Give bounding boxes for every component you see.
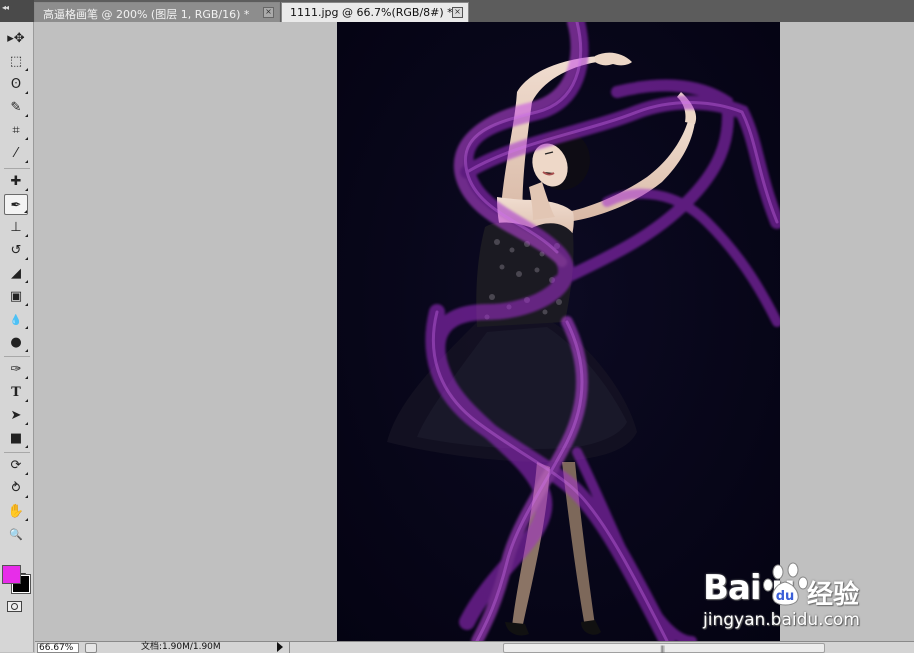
bandage-icon: ✚ bbox=[10, 174, 22, 189]
path-selection-tool[interactable]: ➤ bbox=[4, 405, 28, 426]
toolbox: ▸✥ ⬚ ʘ ✎ ⌗ ⁄ ✚ ✒ ⊥ ↺ ◢ ▣ 💧 ● ✑ T ➤ ■ ⟳ ⥁… bbox=[0, 22, 34, 652]
lasso-icon: ʘ bbox=[10, 77, 22, 92]
rectangle-icon: ■ bbox=[9, 431, 23, 446]
brush-icon: ✒ bbox=[10, 198, 22, 213]
document-tab-bar: ◂◂ 高逼格画笔 @ 200% (图层 1, RGB/16) * × 1111.… bbox=[0, 0, 914, 22]
drop-icon: 💧 bbox=[9, 315, 23, 326]
status-bar: 66.67% 文档:1.90M/1.90M ||| bbox=[35, 641, 914, 653]
history-brush-icon: ↺ bbox=[10, 243, 22, 258]
gradient-icon: ▣ bbox=[9, 289, 23, 304]
pen-tool[interactable]: ✑ bbox=[4, 359, 28, 380]
brush-tool[interactable]: ✒ bbox=[4, 194, 28, 215]
quick-selection-icon: ✎ bbox=[10, 100, 22, 115]
crop-icon: ⌗ bbox=[12, 123, 20, 138]
3d-orbit-tool[interactable]: ⥁ bbox=[4, 478, 28, 499]
jingyan-text: 经验 bbox=[807, 580, 860, 610]
zoom-tool[interactable]: 🔍 bbox=[4, 524, 28, 545]
tab-brush-document[interactable]: 高逼格画笔 @ 200% (图层 1, RGB/16) * × bbox=[34, 2, 280, 22]
foreground-color-swatch[interactable] bbox=[2, 565, 21, 584]
arrow-cursor-icon: ➤ bbox=[10, 408, 22, 423]
3d-rotate-icon: ⟳ bbox=[10, 458, 22, 473]
baidu-paw-icon: du bbox=[763, 562, 808, 606]
history-brush-tool[interactable]: ↺ bbox=[4, 240, 28, 261]
svg-text:du: du bbox=[776, 589, 795, 604]
tab-label: 高逼格画笔 @ 200% (图层 1, RGB/16) * bbox=[43, 8, 250, 21]
collapse-arrows-icon: ◂◂ bbox=[2, 3, 9, 12]
close-icon[interactable]: × bbox=[263, 7, 274, 18]
eraser-tool[interactable]: ◢ bbox=[4, 263, 28, 284]
move-icon: ▸✥ bbox=[7, 31, 25, 46]
document-canvas[interactable] bbox=[337, 22, 780, 641]
type-icon: T bbox=[11, 385, 21, 400]
toolbox-divider bbox=[4, 452, 30, 453]
lasso-tool[interactable]: ʘ bbox=[4, 74, 28, 95]
healing-brush-tool[interactable]: ✚ bbox=[4, 171, 28, 192]
clone-stamp-tool[interactable]: ⊥ bbox=[4, 217, 28, 238]
type-tool[interactable]: T bbox=[4, 382, 28, 403]
marquee-tool[interactable]: ⬚ bbox=[4, 51, 28, 72]
shape-tool[interactable]: ■ bbox=[4, 428, 28, 449]
eraser-icon: ◢ bbox=[11, 266, 21, 281]
dancer-with-ribbon-image bbox=[337, 22, 780, 641]
baidu-jingyan-watermark: Bai u du 经验 jingyan.baidu.com bbox=[703, 560, 903, 635]
stamp-icon: ⊥ bbox=[10, 220, 22, 235]
3d-rotate-tool[interactable]: ⟳ bbox=[4, 455, 28, 476]
magnifier-icon: 🔍 bbox=[9, 528, 23, 541]
tab-label: 1111.jpg @ 66.7%(RGB/8#) * bbox=[290, 6, 453, 19]
move-tool[interactable]: ▸✥ bbox=[4, 28, 28, 49]
3d-orbit-icon: ⥁ bbox=[11, 481, 21, 496]
status-divider bbox=[289, 642, 290, 653]
dodge-icon: ● bbox=[10, 335, 22, 350]
quick-mask-button[interactable] bbox=[7, 601, 22, 612]
dodge-tool[interactable]: ● bbox=[4, 332, 28, 353]
tab-1111-jpg[interactable]: 1111.jpg @ 66.7%(RGB/8#) * × bbox=[281, 2, 469, 22]
gradient-tool[interactable]: ▣ bbox=[4, 286, 28, 307]
hand-icon: ✋ bbox=[7, 504, 25, 519]
quick-selection-tool[interactable]: ✎ bbox=[4, 97, 28, 118]
document-size-info: 文档:1.90M/1.90M bbox=[141, 642, 221, 652]
crop-tool[interactable]: ⌗ bbox=[4, 120, 28, 141]
eyedropper-icon: ⁄ bbox=[14, 146, 18, 161]
close-icon[interactable]: × bbox=[452, 7, 463, 18]
eyedropper-tool[interactable]: ⁄ bbox=[4, 143, 28, 164]
toolbox-divider bbox=[4, 168, 30, 169]
hand-tool[interactable]: ✋ bbox=[4, 501, 28, 522]
rectangular-marquee-icon: ⬚ bbox=[9, 54, 23, 69]
pen-icon: ✑ bbox=[10, 362, 22, 377]
watermark-url: jingyan.baidu.com bbox=[703, 610, 860, 630]
toolbox-collapse-grip[interactable]: ◂◂ bbox=[0, 0, 34, 22]
status-menu-arrow-icon[interactable] bbox=[277, 642, 283, 652]
blur-tool[interactable]: 💧 bbox=[4, 309, 28, 330]
toolbox-divider bbox=[4, 356, 30, 357]
